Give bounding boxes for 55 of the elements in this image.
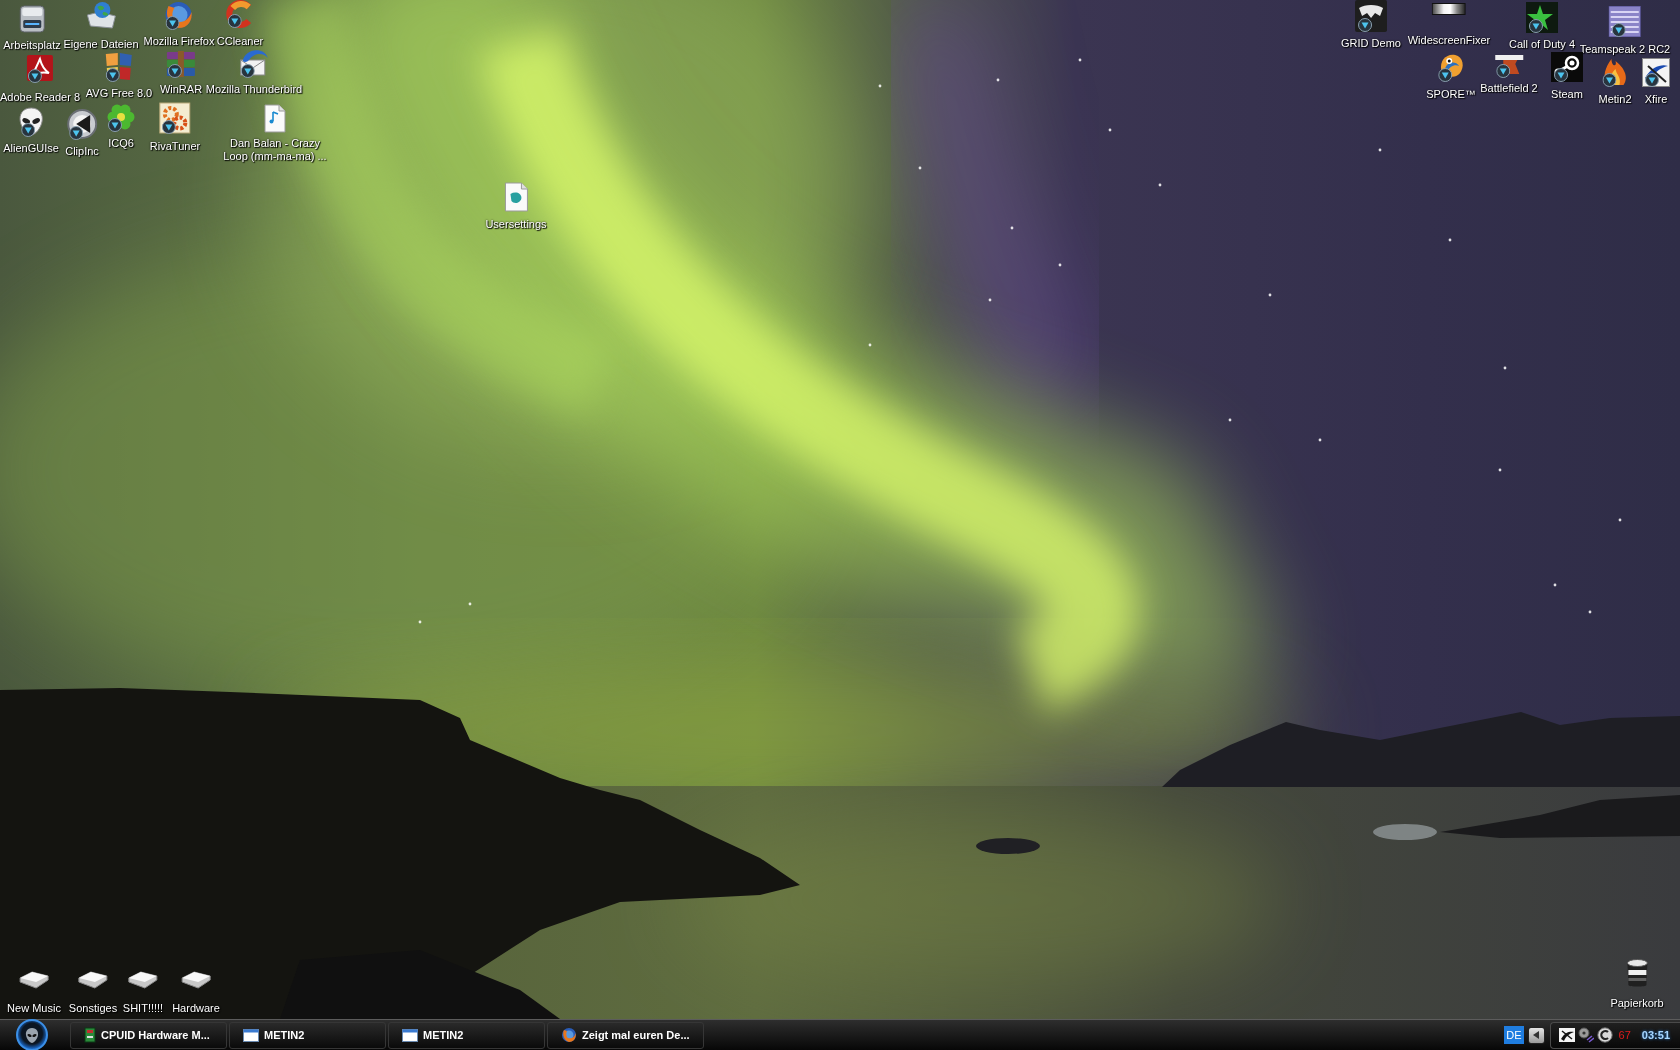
desktop-shortcut[interactable]: Adobe Reader 8 bbox=[0, 53, 81, 104]
desktop-shortcut[interactable]: WidescreenFixer bbox=[1407, 3, 1491, 47]
rock bbox=[976, 838, 1040, 854]
desktop-shortcut[interactable]: Hardware bbox=[172, 970, 220, 1015]
desktop-shortcut[interactable]: Sonstiges bbox=[68, 970, 118, 1015]
start-button[interactable] bbox=[16, 1019, 48, 1050]
desktop-shortcut[interactable]: ICQ6 bbox=[105, 102, 137, 150]
taskbar-window-button[interactable]: CPUID Hardware M... bbox=[70, 1021, 227, 1049]
computer-icon bbox=[17, 4, 47, 34]
desktop-shortcut[interactable]: AVG Free 8.0 bbox=[85, 50, 153, 100]
taskbar-window-button[interactable]: METIN2 bbox=[388, 1021, 545, 1049]
desktop-shortcut[interactable]: Metin2 bbox=[1598, 57, 1632, 106]
window-icon bbox=[402, 1028, 418, 1042]
desktop-shortcut[interactable]: New Music bbox=[7, 970, 61, 1015]
folder-icon bbox=[77, 970, 109, 990]
desktop-shortcut[interactable]: ClipInc bbox=[65, 108, 99, 158]
music-file-icon bbox=[263, 104, 287, 133]
disc-waves-icon[interactable] bbox=[1577, 1027, 1594, 1043]
desktop-shortcut[interactable]: Call of Duty 4 bbox=[1509, 2, 1575, 51]
language-indicator[interactable]: DE bbox=[1504, 1026, 1524, 1044]
document-icon bbox=[503, 182, 529, 212]
desktop-shortcut[interactable]: GRID Demo bbox=[1341, 0, 1401, 50]
c-circle-icon[interactable] bbox=[1596, 1027, 1613, 1043]
folder-icon bbox=[180, 970, 212, 990]
ice-floe bbox=[1373, 824, 1437, 840]
desktop-shortcut[interactable]: Mozilla Thunderbird bbox=[205, 47, 303, 96]
desktop-shortcut[interactable]: Eigene Dateien bbox=[63, 1, 139, 51]
x-swoosh-icon[interactable] bbox=[1558, 1028, 1575, 1042]
alien-head-icon bbox=[25, 1026, 39, 1044]
desktop-shortcut[interactable]: SHIT!!!!! bbox=[122, 970, 164, 1015]
folder-icon bbox=[127, 970, 159, 990]
folder-icon bbox=[18, 970, 50, 990]
browser-globe-icon bbox=[561, 1027, 577, 1043]
desktop-shortcut[interactable]: Battlefield 2 bbox=[1480, 50, 1538, 95]
desktop-shortcut[interactable]: AlienGUIse bbox=[3, 106, 59, 155]
folder-globe-icon bbox=[85, 1, 117, 29]
desktop-shortcut[interactable]: Arbeitsplatz bbox=[3, 4, 61, 52]
tray-number: 67 bbox=[1618, 1027, 1631, 1043]
desktop-shortcut[interactable]: Xfire bbox=[1642, 58, 1670, 106]
desktop-shortcut[interactable]: WinRAR bbox=[159, 50, 203, 96]
taskbar-window-button[interactable]: Zeigt mal euren De... bbox=[547, 1021, 704, 1049]
chip-board-icon bbox=[84, 1027, 96, 1043]
desktop-shortcut[interactable]: CCleaner bbox=[216, 0, 264, 48]
trash-bin-icon bbox=[1624, 958, 1650, 988]
taskbar-window-button[interactable]: METIN2 bbox=[229, 1021, 386, 1049]
clock[interactable]: 03:51 bbox=[1641, 1026, 1670, 1044]
desktop-shortcut[interactable]: SPORE™ bbox=[1426, 50, 1476, 101]
window-icon bbox=[243, 1028, 259, 1042]
show-hidden-icons-button[interactable] bbox=[1527, 1026, 1545, 1044]
gradient-bar-icon bbox=[1432, 3, 1466, 15]
desktop-shortcut[interactable]: RivaTuner bbox=[149, 102, 201, 153]
desktop-shortcut[interactable]: Dan Balan - Crazy Loop (mm-ma-ma) ... bbox=[222, 104, 328, 163]
desktop-shortcut[interactable]: Papierkorb bbox=[1610, 958, 1664, 1010]
desktop-shortcut[interactable]: Mozilla Firefox bbox=[143, 0, 215, 48]
caret-left-icon bbox=[1533, 1031, 1540, 1039]
